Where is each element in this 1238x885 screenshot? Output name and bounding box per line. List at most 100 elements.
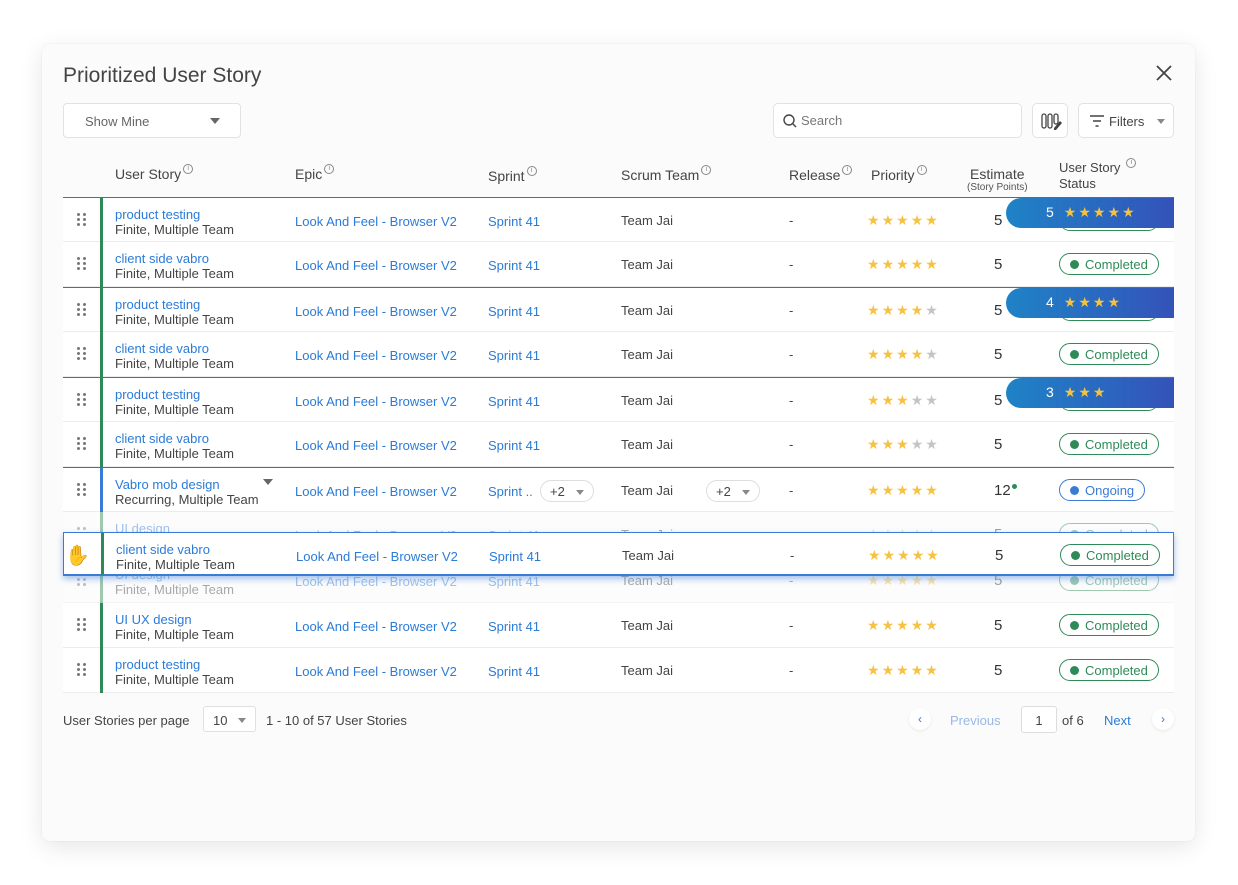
filters-button[interactable]: Filters [1078,103,1174,138]
release-value: - [789,347,794,362]
release-value: - [789,393,794,408]
user-story-link[interactable]: UI UX design [115,612,192,627]
column-header-status[interactable]: User Story i Status [1059,158,1137,192]
user-story-link[interactable]: client side vabro [115,341,209,356]
drag-handle-icon[interactable] [77,213,86,227]
table-row[interactable]: client side vabro Finite, Multiple Team Lo… [63,242,1174,287]
drag-handle-icon[interactable] [77,483,86,497]
next-button[interactable]: Next [1104,713,1131,728]
search-input[interactable] [801,113,1001,128]
star-icon: ★ [896,256,911,272]
status-badge[interactable]: Completed [1059,433,1159,455]
column-header-user-story[interactable]: User Story i [115,164,194,182]
status-badge[interactable]: Ongoing [1059,479,1146,501]
sprint-more-pill[interactable]: +2 [540,480,594,502]
drag-handle-icon[interactable] [77,303,86,317]
table-row[interactable]: client side vabro Finite, Multiple Team Lo… [63,332,1174,377]
sprint-link[interactable]: Sprint 41 [488,348,540,363]
epic-link[interactable]: Look And Feel - Browser V2 [295,574,457,589]
table-row[interactable]: Vabro mob design Recurring, Multiple Team… [63,467,1174,512]
table-row[interactable]: product testing Finite, Multiple Team Look… [63,197,1174,242]
star-icon: ★ [910,256,926,272]
range-text: 1 - 10 of 57 User Stories [266,713,407,728]
column-header-scrum-team[interactable]: Scrum Team i [621,165,712,183]
status-badge[interactable]: Completed [1059,343,1159,365]
estimate-value: 5 [995,547,1004,564]
user-story-link[interactable]: product testing [115,207,200,222]
user-story-link[interactable]: client side vabro [116,542,210,557]
epic-link[interactable]: Look And Feel - Browser V2 [295,664,457,679]
sprint-link[interactable]: Sprint 41 [488,574,540,589]
user-story-link[interactable]: client side vabro [115,431,209,446]
chevron-down-icon [742,490,750,495]
epic-link[interactable]: Look And Feel - Browser V2 [295,304,457,319]
epic-link[interactable]: Look And Feel - Browser V2 [295,348,457,363]
sprint-link[interactable]: Sprint 41 [489,549,541,564]
drag-handle-icon[interactable] [77,347,86,361]
star-icon: ★ [881,346,897,362]
sprint-link[interactable]: Sprint 41 [488,258,540,273]
sprint-link[interactable]: Sprint .. [488,484,533,499]
next-page-arrow[interactable]: › [1152,708,1174,730]
close-icon[interactable] [1153,62,1175,84]
column-header-estimate[interactable]: Estimate (Story Points) [967,166,1028,193]
user-story-link[interactable]: Vabro mob design [115,477,220,492]
epic-link[interactable]: Look And Feel - Browser V2 [295,484,457,499]
epic-link[interactable]: Look And Feel - Browser V2 [295,394,457,409]
chevron-down-icon[interactable] [263,479,273,485]
star-icon: ★ [882,547,898,563]
previous-button[interactable]: Previous [950,713,1001,728]
modal-title: Prioritized User Story [63,64,262,87]
epic-link[interactable]: Look And Feel - Browser V2 [295,438,457,453]
table-row[interactable]: client side vabro Finite, Multiple Team Lo… [63,422,1174,467]
drag-handle-icon[interactable] [77,393,86,407]
table-row[interactable]: product testing Finite, Multiple Team Look… [63,287,1174,332]
table-row[interactable]: product testing Finite, Multiple Team Look… [63,648,1174,693]
star-icon: ★ [1063,204,1079,220]
column-settings-button[interactable] [1032,103,1068,138]
column-header-priority[interactable]: Priority i [871,165,927,183]
sprint-link[interactable]: Sprint 41 [488,214,540,229]
status-badge[interactable]: Completed [1059,659,1159,681]
epic-link[interactable]: Look And Feel - Browser V2 [295,258,457,273]
user-story-link[interactable]: client side vabro [115,251,209,266]
star-icon: ★ [1107,294,1123,310]
epic-link[interactable]: Look And Feel - Browser V2 [295,619,457,634]
dragging-row[interactable]: client side vabro Finite, Multiple Team Lo… [63,532,1174,576]
previous-page-arrow[interactable]: ‹ [909,708,931,730]
drag-handle-icon[interactable] [77,257,86,271]
per-page-select[interactable]: 10 [203,706,256,732]
page-number-input[interactable]: 1 [1021,706,1057,733]
sprint-link[interactable]: Sprint 41 [488,438,540,453]
scrum-team: Team Jai [621,483,674,498]
column-header-sprint[interactable]: Sprint i [488,166,537,184]
column-header-release[interactable]: Release i [789,165,853,183]
user-story-type: Finite, Multiple Team [115,672,234,687]
table-row[interactable]: UI UX design Finite, Multiple Team Look An… [63,603,1174,648]
search-box[interactable] [773,103,1022,138]
drag-handle-icon[interactable] [77,663,86,677]
user-story-link[interactable]: product testing [115,297,200,312]
filters-label: Filters [1109,114,1145,129]
estimate-value: 5 [994,392,1003,409]
sprint-link[interactable]: Sprint 41 [488,664,540,679]
table-row[interactable]: product testing Finite, Multiple Team Look… [63,377,1174,422]
star-icon: ★ [1063,294,1079,310]
status-badge[interactable]: Completed [1059,614,1159,636]
user-story-link[interactable]: product testing [115,657,200,672]
star-icon: ★ [925,392,940,408]
sprint-link[interactable]: Sprint 41 [488,304,540,319]
sprint-link[interactable]: Sprint 41 [488,619,540,634]
drag-handle-icon[interactable] [77,437,86,451]
drag-handle-icon[interactable] [77,618,86,632]
user-story-link[interactable]: product testing [115,387,200,402]
sprint-link[interactable]: Sprint 41 [488,394,540,409]
epic-link[interactable]: Look And Feel - Browser V2 [296,549,458,564]
column-header-epic[interactable]: Epic i [295,164,335,182]
epic-link[interactable]: Look And Feel - Browser V2 [295,214,457,229]
view-select[interactable]: Show Mine [63,103,241,138]
status-badge[interactable]: Completed [1059,253,1159,275]
team-more-pill[interactable]: +2 [706,480,760,502]
star-icon: ★ [925,302,940,318]
status-badge[interactable]: Completed [1060,544,1160,566]
